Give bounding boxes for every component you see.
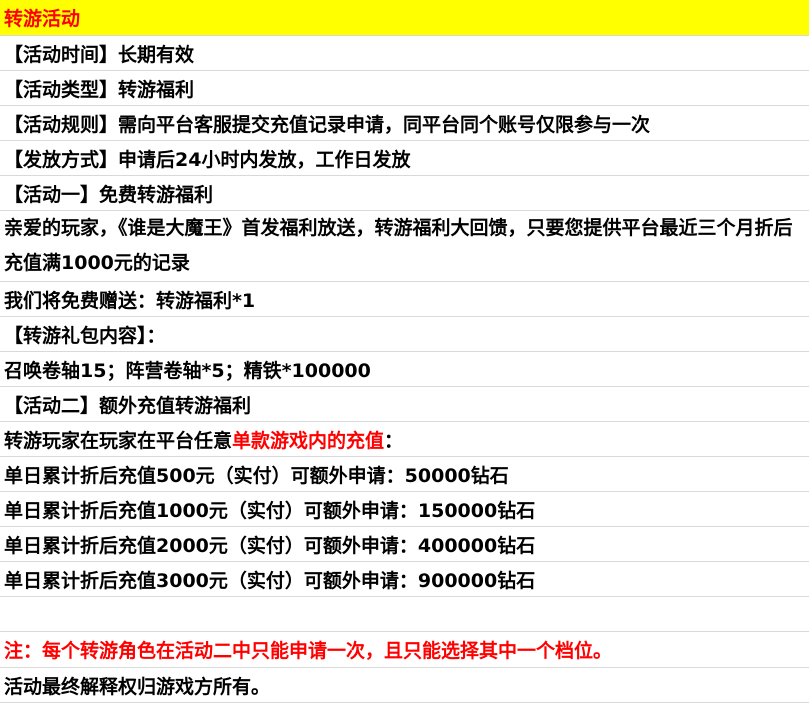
row-footer: 活动最终解释权归游戏方所有。 [0,668,809,703]
row-activity-one: 【活动一】免费转游福利 [0,176,809,211]
row-activity-one-desc: 亲爱的玩家，《谁是大魔王》首发福利放送，转游福利大回馈，只要您提供平台最近三个月… [0,211,809,282]
row-tier-4: 单日累计折后充值3000元（实付）可额外申请：900000钻石 [0,562,809,597]
row-activity-two: 【活动二】额外充值转游福利 [0,387,809,422]
row-tier-2: 单日累计折后充值1000元（实付）可额外申请：150000钻石 [0,492,809,527]
intro-prefix: 转游玩家在玩家在平台任意 [4,429,233,452]
spreadsheet: 转游活动 【活动时间】长期有效 【活动类型】转游福利 【活动规则】需向平台客服提… [0,0,809,703]
row-note: 注：每个转游角色在活动二中只能申请一次，且只能选择其中一个档位。 [0,632,809,668]
row-gift-pack-items: 召唤卷轴15；阵营卷轴*5；精铁*100000 [0,352,809,387]
row-tier-3: 单日累计折后充值2000元（实付）可额外申请：400000钻石 [0,527,809,562]
row-empty [0,597,809,632]
row-free-gift: 我们将免费赠送：转游福利*1 [0,282,809,317]
title-row: 转游活动 [0,0,809,36]
row-activity-two-intro: 转游玩家在玩家在平台任意 单款游戏内的充值： [0,422,809,457]
row-activity-rules: 【活动规则】需向平台客服提交充值记录申请，同平台同个账号仅限参与一次 [0,106,809,141]
row-distribution-method: 【发放方式】申请后24小时内发放，工作日发放 [0,141,809,176]
row-gift-pack-header: 【转游礼包内容】： [0,317,809,352]
row-activity-time: 【活动时间】长期有效 [0,36,809,71]
row-tier-1: 单日累计折后充值500元（实付）可额外申请：50000钻石 [0,457,809,492]
intro-suffix: ： [384,429,404,452]
row-activity-type: 【活动类型】转游福利 [0,71,809,106]
intro-highlight: 单款游戏内的充值 [232,429,385,452]
